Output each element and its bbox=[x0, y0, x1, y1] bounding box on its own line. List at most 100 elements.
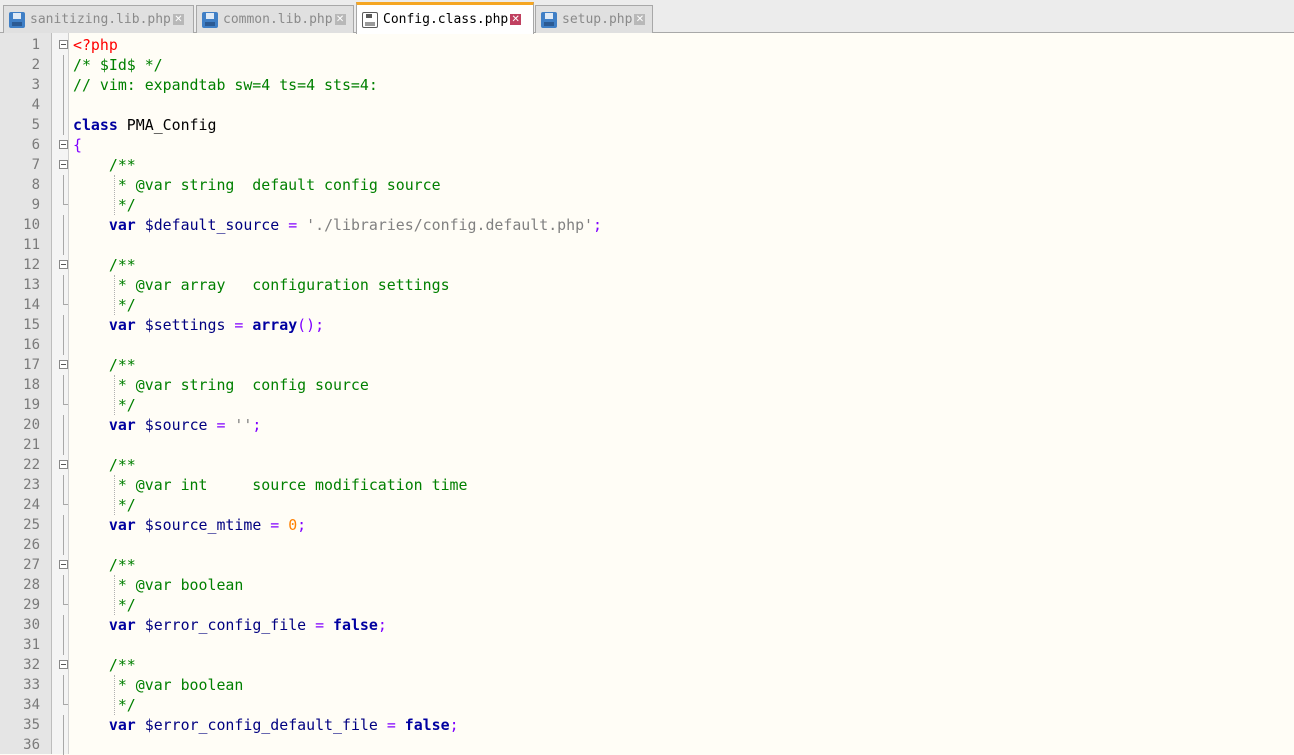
code-line[interactable]: 19 */ bbox=[0, 395, 1294, 415]
fold-line-icon bbox=[59, 695, 68, 709]
tab-config-class[interactable]: Config.class.php ✕ bbox=[356, 2, 534, 34]
code-line[interactable]: 29 */ bbox=[0, 595, 1294, 615]
code-line[interactable]: 8 * @var string default config source bbox=[0, 175, 1294, 195]
fold-line-icon bbox=[59, 715, 68, 735]
close-tab-icon[interactable]: ✕ bbox=[510, 14, 522, 25]
code-token: '' bbox=[234, 416, 253, 434]
fold-line-icon bbox=[59, 215, 68, 235]
line-number: 9 bbox=[31, 197, 40, 213]
close-tab-icon[interactable]: ✕ bbox=[634, 14, 646, 25]
line-number: 1 bbox=[31, 37, 40, 53]
tab-setup[interactable]: setup.php ✕ bbox=[535, 5, 653, 33]
code-line[interactable]: 30 var $error_config_file = false; bbox=[0, 615, 1294, 635]
fold-toggle-icon[interactable] bbox=[59, 40, 68, 49]
code-token: /** bbox=[108, 656, 136, 674]
code-line[interactable]: 18 * @var string config source bbox=[0, 375, 1294, 395]
code-line[interactable]: 24 */ bbox=[0, 495, 1294, 515]
fold-line-icon bbox=[59, 55, 68, 75]
code-line[interactable]: 34 */ bbox=[0, 695, 1294, 715]
code-token: $source_mtime bbox=[144, 516, 262, 534]
fold-line-icon bbox=[59, 615, 68, 635]
fold-toggle-icon[interactable] bbox=[59, 560, 68, 569]
code-line[interactable]: 26 bbox=[0, 535, 1294, 555]
code-token: array bbox=[252, 316, 298, 334]
code-line[interactable]: 4 bbox=[0, 95, 1294, 115]
code-line[interactable]: 12 /** bbox=[0, 255, 1294, 275]
code-line[interactable]: 13 * @var array configuration settings bbox=[0, 275, 1294, 295]
code-text: class PMA_Config bbox=[73, 115, 216, 135]
fold-toggle-icon[interactable] bbox=[59, 260, 68, 269]
code-line[interactable]: 16 bbox=[0, 335, 1294, 355]
code-text: var $source_mtime = 0; bbox=[73, 515, 306, 535]
code-line[interactable]: 11 bbox=[0, 235, 1294, 255]
code-token: false bbox=[404, 716, 450, 734]
tab-sanitizing-lib[interactable]: sanitizing.lib.php ✕ bbox=[3, 5, 194, 33]
fold-line-icon bbox=[59, 95, 68, 115]
fold-toggle-icon[interactable] bbox=[59, 660, 68, 669]
code-line[interactable]: 28 * @var boolean bbox=[0, 575, 1294, 595]
code-line[interactable]: 7 /** bbox=[0, 155, 1294, 175]
line-number: 23 bbox=[23, 477, 40, 493]
code-line[interactable]: 2 /* $Id$ */ bbox=[0, 55, 1294, 75]
code-line[interactable]: 32 /** bbox=[0, 655, 1294, 675]
line-number: 13 bbox=[23, 277, 40, 293]
close-tab-icon[interactable]: ✕ bbox=[334, 14, 346, 25]
saved-file-icon bbox=[202, 11, 218, 28]
fold-toggle-icon[interactable] bbox=[59, 460, 68, 469]
code-line[interactable]: 1 <?php bbox=[0, 35, 1294, 55]
fold-toggle-icon[interactable] bbox=[59, 140, 68, 149]
fold-toggle-icon[interactable] bbox=[59, 360, 68, 369]
code-line[interactable]: 20 var $source = ''; bbox=[0, 415, 1294, 435]
code-token: var bbox=[108, 216, 136, 234]
fold-line-icon bbox=[59, 575, 68, 595]
code-token: = bbox=[315, 616, 325, 634]
code-line[interactable]: 22 /** bbox=[0, 455, 1294, 475]
code-token: /* $Id$ */ bbox=[73, 56, 163, 74]
code-line[interactable]: 33 * @var boolean bbox=[0, 675, 1294, 695]
close-tab-icon[interactable]: ✕ bbox=[172, 14, 184, 25]
code-token: <?php bbox=[73, 36, 118, 54]
code-line[interactable]: 15 var $settings = array(); bbox=[0, 315, 1294, 335]
code-line[interactable]: 14 */ bbox=[0, 295, 1294, 315]
code-editor[interactable]: 1 <?php 2 /* $Id$ */ 3 // vim: expandtab sw=4… bbox=[0, 33, 1294, 755]
code-line[interactable]: 9 */ bbox=[0, 195, 1294, 215]
code-token: './libraries/config.default.php' bbox=[306, 216, 594, 234]
tab-label: common.lib.php bbox=[223, 12, 333, 27]
line-number: 11 bbox=[23, 237, 40, 253]
code-token: false bbox=[333, 616, 378, 634]
code-line[interactable]: 35 var $error_config_default_file = fals… bbox=[0, 715, 1294, 735]
code-line[interactable]: 6{ bbox=[0, 135, 1294, 155]
code-line[interactable]: 10 var $default_source = './libraries/co… bbox=[0, 215, 1294, 235]
code-line[interactable]: 25 var $source_mtime = 0; bbox=[0, 515, 1294, 535]
code-text: * @var array configuration settings bbox=[73, 275, 450, 295]
line-number: 25 bbox=[23, 517, 40, 533]
code-token: $source bbox=[144, 416, 208, 434]
tab-label: setup.php bbox=[562, 12, 633, 27]
line-number: 15 bbox=[23, 317, 40, 333]
tab-common-lib[interactable]: common.lib.php ✕ bbox=[196, 5, 354, 33]
code-line[interactable]: 27 /** bbox=[0, 555, 1294, 575]
line-number: 28 bbox=[23, 577, 40, 593]
code-text: */ bbox=[73, 595, 136, 615]
code-line[interactable]: 17 /** bbox=[0, 355, 1294, 375]
code-line[interactable]: 31 bbox=[0, 635, 1294, 655]
code-token: * @var boolean bbox=[117, 676, 244, 694]
line-number: 4 bbox=[31, 97, 40, 113]
code-token: var bbox=[108, 516, 136, 534]
code-line[interactable]: 21 bbox=[0, 435, 1294, 455]
code-line[interactable]: 23 * @var int source modification time bbox=[0, 475, 1294, 495]
line-number: 24 bbox=[23, 497, 40, 513]
code-line[interactable]: 5 class PMA_Config bbox=[0, 115, 1294, 135]
fold-toggle-icon[interactable] bbox=[59, 160, 68, 169]
code-line[interactable]: 36 bbox=[0, 735, 1294, 755]
code-line[interactable]: 3 // vim: expandtab sw=4 ts=4 sts=4: bbox=[0, 75, 1294, 95]
code-token: * @var string default config source bbox=[117, 176, 441, 194]
code-text: // vim: expandtab sw=4 ts=4 sts=4: bbox=[73, 75, 378, 95]
